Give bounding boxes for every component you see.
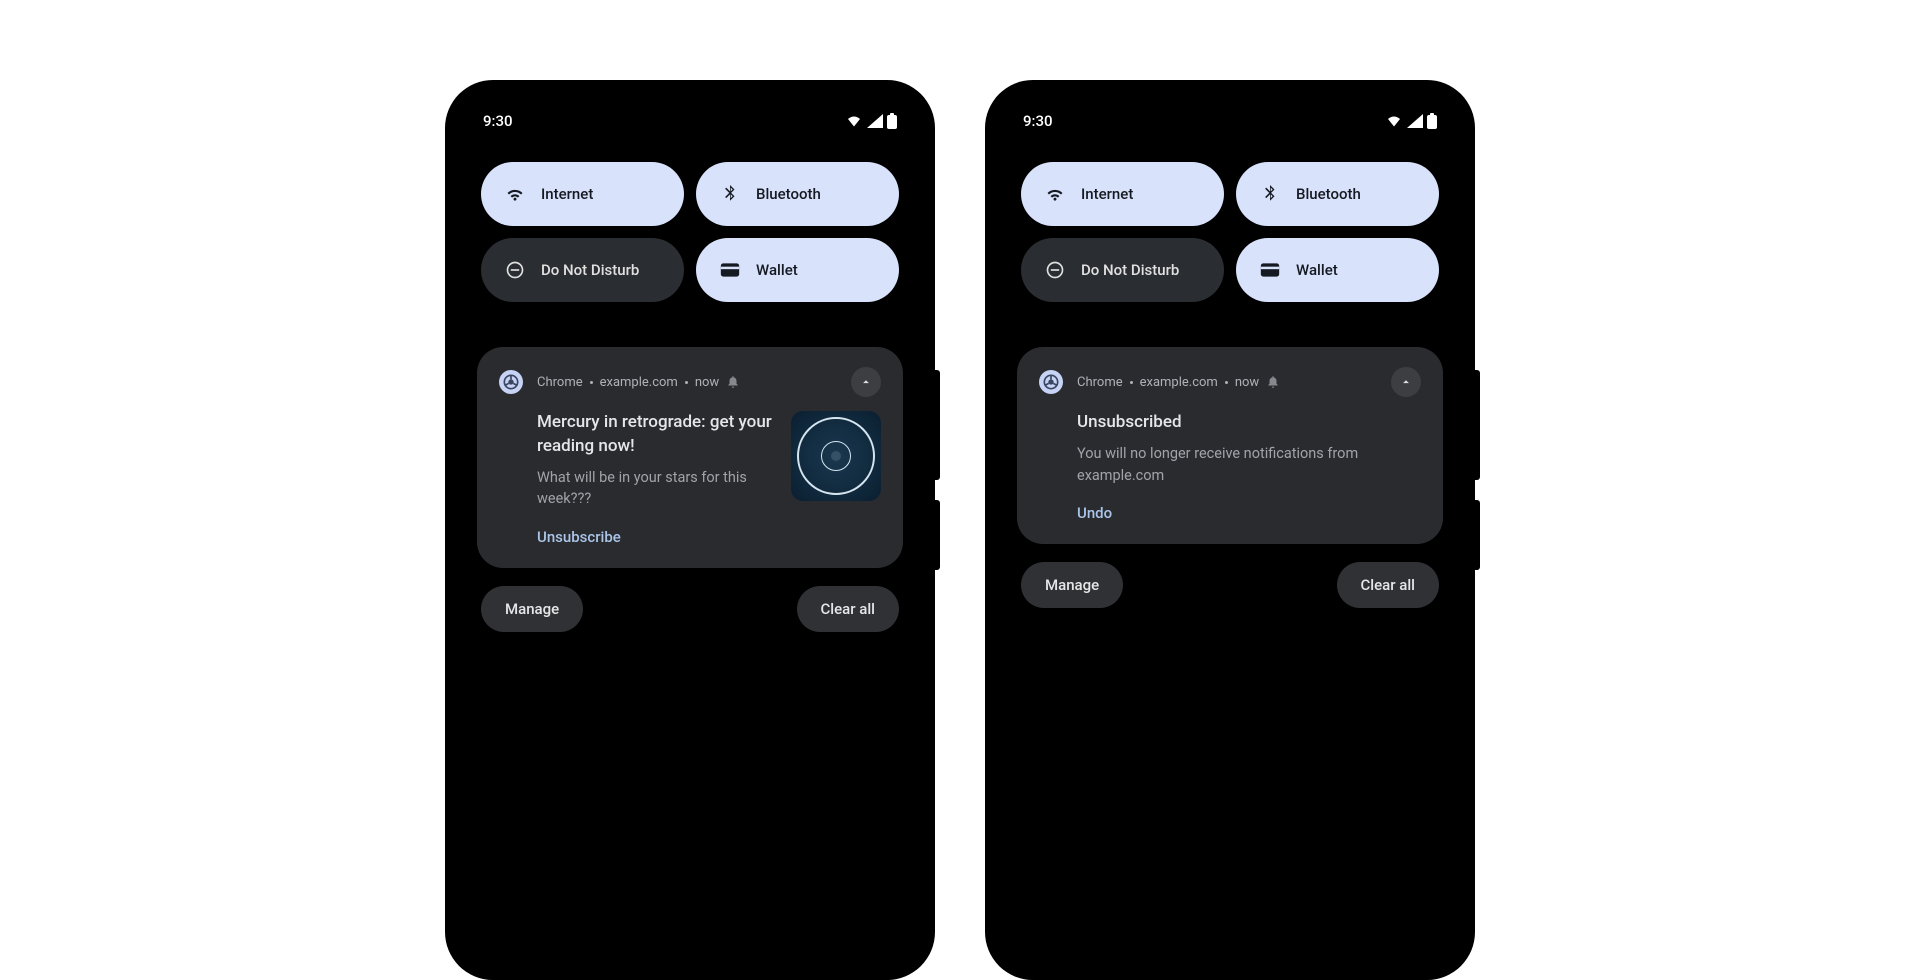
bell-icon (1266, 375, 1280, 389)
notification-image (791, 411, 881, 501)
wallet-icon (720, 260, 740, 280)
wallet-icon (1260, 260, 1280, 280)
phone-screen: 9:30 Internet Bluetooth Do Not Disturb (999, 94, 1461, 966)
wifi-signal-icon (1385, 114, 1403, 128)
separator-dot-icon (1225, 381, 1228, 384)
notification-title: Unsubscribed (1077, 411, 1421, 435)
chrome-app-icon (1039, 370, 1063, 394)
cell-signal-icon (867, 114, 883, 128)
cell-signal-icon (1407, 114, 1423, 128)
wifi-icon (505, 184, 525, 204)
battery-icon (1427, 113, 1437, 129)
bluetooth-icon (720, 184, 740, 204)
clear-all-button[interactable]: Clear all (1337, 562, 1440, 608)
chevron-up-icon (1399, 375, 1413, 389)
qs-tile-bluetooth[interactable]: Bluetooth (696, 162, 899, 226)
qs-tile-bluetooth[interactable]: Bluetooth (1236, 162, 1439, 226)
notification-subtitle: What will be in your stars for this week… (537, 467, 775, 511)
qs-tile-label: Internet (1081, 185, 1133, 203)
bell-icon (726, 375, 740, 389)
quick-settings-grid: Internet Bluetooth Do Not Disturb Wallet (459, 140, 921, 312)
qs-tile-label: Do Not Disturb (1081, 261, 1179, 279)
qs-tile-label: Wallet (756, 261, 798, 279)
qs-tile-wallet[interactable]: Wallet (696, 238, 899, 302)
phone-left: 9:30 Internet Bluetooth Do Not Disturb (445, 80, 935, 980)
battery-icon (887, 113, 897, 129)
dnd-icon (505, 260, 525, 280)
status-time: 9:30 (483, 112, 513, 130)
zodiac-wheel-icon (797, 417, 875, 495)
bluetooth-icon (1260, 184, 1280, 204)
notification-card[interactable]: Chrome example.com now Unsubscribed Yo (1017, 347, 1443, 544)
qs-tile-internet[interactable]: Internet (1021, 162, 1224, 226)
separator-dot-icon (685, 381, 688, 384)
unsubscribe-button[interactable]: Unsubscribe (537, 528, 775, 546)
manage-button[interactable]: Manage (1021, 562, 1123, 608)
status-bar: 9:30 (999, 94, 1461, 140)
notification-text: Unsubscribed You will no longer receive … (1077, 411, 1421, 522)
clear-all-button[interactable]: Clear all (797, 586, 900, 632)
status-icons (1385, 113, 1437, 129)
expand-button[interactable] (851, 367, 881, 397)
manage-button[interactable]: Manage (481, 586, 583, 632)
qs-tile-label: Bluetooth (1296, 185, 1361, 203)
notification-buttons: Manage Clear all (1017, 544, 1443, 626)
notification-header-text: Chrome example.com now (1077, 375, 1377, 390)
notification-title: Mercury in retrograde: get your reading … (537, 411, 775, 459)
separator-dot-icon (1130, 381, 1133, 384)
qs-tile-label: Do Not Disturb (541, 261, 639, 279)
notification-app-name: Chrome (1077, 375, 1123, 390)
wifi-signal-icon (845, 114, 863, 128)
phone-screen: 9:30 Internet Bluetooth Do Not Disturb (459, 94, 921, 966)
chevron-up-icon (859, 375, 873, 389)
notification-header: Chrome example.com now (477, 347, 903, 405)
dnd-icon (1045, 260, 1065, 280)
qs-tile-dnd[interactable]: Do Not Disturb (481, 238, 684, 302)
status-bar: 9:30 (459, 94, 921, 140)
notification-app-name: Chrome (537, 375, 583, 390)
notification-text: Mercury in retrograde: get your reading … (537, 411, 775, 546)
phone-right: 9:30 Internet Bluetooth Do Not Disturb (985, 80, 1475, 980)
qs-tile-wallet[interactable]: Wallet (1236, 238, 1439, 302)
status-time: 9:30 (1023, 112, 1053, 130)
notification-buttons: Manage Clear all (477, 568, 903, 650)
notification-source: example.com (1140, 375, 1218, 390)
notification-header: Chrome example.com now (1017, 347, 1443, 405)
notification-area: Chrome example.com now Unsubscribed Yo (999, 312, 1461, 626)
separator-dot-icon (590, 381, 593, 384)
qs-tile-label: Wallet (1296, 261, 1338, 279)
undo-button[interactable]: Undo (1077, 504, 1421, 522)
notification-header-text: Chrome example.com now (537, 375, 837, 390)
qs-tile-internet[interactable]: Internet (481, 162, 684, 226)
notification-time: now (1235, 375, 1259, 390)
notification-area: Chrome example.com now Mercury in retrog… (459, 312, 921, 650)
expand-button[interactable] (1391, 367, 1421, 397)
qs-tile-label: Bluetooth (756, 185, 821, 203)
qs-tile-dnd[interactable]: Do Not Disturb (1021, 238, 1224, 302)
status-icons (845, 113, 897, 129)
notification-card[interactable]: Chrome example.com now Mercury in retrog… (477, 347, 903, 568)
chrome-app-icon (499, 370, 523, 394)
notification-time: now (695, 375, 719, 390)
notification-subtitle: You will no longer receive notifications… (1077, 443, 1421, 487)
notification-source: example.com (600, 375, 678, 390)
notification-body: Unsubscribed You will no longer receive … (1017, 405, 1443, 544)
notification-body: Mercury in retrograde: get your reading … (477, 405, 903, 568)
quick-settings-grid: Internet Bluetooth Do Not Disturb Wallet (999, 140, 1461, 312)
qs-tile-label: Internet (541, 185, 593, 203)
wifi-icon (1045, 184, 1065, 204)
